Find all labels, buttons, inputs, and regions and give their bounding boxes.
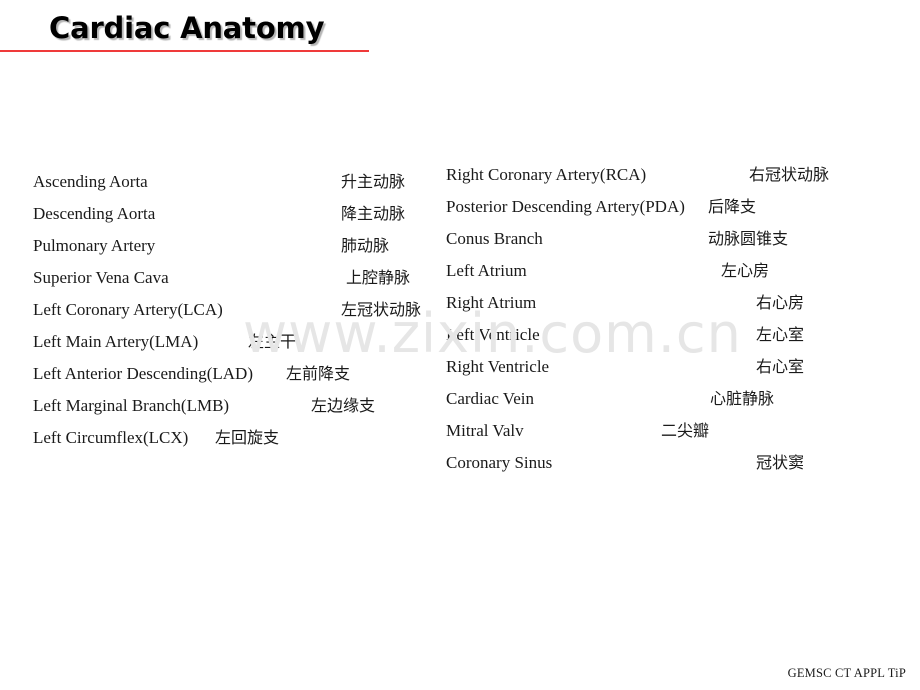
term-english: Descending Aorta	[33, 204, 156, 223]
term-row: Conus Branch 动脉圆锥支	[446, 223, 876, 255]
term-row: Left Marginal Branch(LMB) 左边缘支	[33, 390, 433, 422]
term-chinese: 右心房	[756, 293, 805, 312]
term-row: Left Anterior Descending(LAD) 左前降支	[33, 358, 433, 390]
term-chinese: 心脏静脉	[710, 389, 775, 408]
term-row: Right Ventricle 右心室	[446, 351, 876, 383]
term-chinese: 动脉圆锥支	[708, 229, 789, 248]
term-chinese: 升主动脉	[341, 172, 406, 191]
term-english: Left Marginal Branch(LMB)	[33, 396, 230, 415]
term-row: Cardiac Vein 心脏静脉	[446, 383, 876, 415]
term-english: Superior Vena Cava	[33, 268, 169, 287]
term-row: Right Atrium 右心房	[446, 287, 876, 319]
term-row: Mitral Valv 二尖瓣	[446, 415, 876, 447]
term-chinese: 上腔静脉	[346, 268, 411, 287]
terminology-column-right: Right Coronary Artery(RCA) 右冠状动脉 Posteri…	[446, 159, 876, 479]
term-english: Right Atrium	[446, 293, 537, 312]
term-chinese: 左边缘支	[311, 396, 376, 415]
slide-canvas: Cardiac Anatomy www.zixin.com.cn Ascendi…	[0, 0, 920, 690]
page-title: Cardiac Anatomy	[49, 11, 325, 45]
term-chinese: 左冠状动脉	[341, 300, 422, 319]
term-chinese: 后降支	[708, 197, 757, 216]
term-english: Cardiac Vein	[446, 389, 534, 408]
term-chinese: 降主动脉	[341, 204, 406, 223]
term-english: Pulmonary Artery	[33, 236, 156, 255]
term-chinese: 二尖瓣	[661, 421, 710, 440]
footer-label: GEMSC CT APPL TiP	[787, 666, 906, 680]
term-english: Left Atrium	[446, 261, 527, 280]
term-english: Ascending Aorta	[33, 172, 148, 191]
term-english: Left Coronary Artery(LCA)	[33, 300, 223, 319]
term-row: Posterior Descending Artery(PDA) 后降支	[446, 191, 876, 223]
term-row: Left Main Artery(LMA) 左主干	[33, 326, 433, 358]
term-english: Right Coronary Artery(RCA)	[446, 165, 647, 184]
term-row: Right Coronary Artery(RCA) 右冠状动脉	[446, 159, 876, 191]
term-chinese: 左前降支	[286, 364, 351, 383]
term-chinese: 右心室	[756, 357, 805, 376]
term-row: Descending Aorta 降主动脉	[33, 198, 433, 230]
term-row: Pulmonary Artery 肺动脉	[33, 230, 433, 262]
term-row: Superior Vena Cava 上腔静脉	[33, 262, 433, 294]
term-chinese: 右冠状动脉	[749, 165, 830, 184]
term-english: Left Circumflex(LCX)	[33, 428, 189, 447]
term-chinese: 左心室	[756, 325, 805, 344]
term-chinese: 冠状窦	[756, 453, 805, 472]
term-english: Right Ventricle	[446, 357, 550, 376]
term-row: Left Coronary Artery(LCA) 左冠状动脉	[33, 294, 433, 326]
term-english: Left Ventricle	[446, 325, 540, 344]
term-row: Ascending Aorta 升主动脉	[33, 166, 433, 198]
title-underline-rule	[0, 50, 369, 52]
terminology-column-left: Ascending Aorta 升主动脉 Descending Aorta 降主…	[33, 166, 433, 454]
term-row: Coronary Sinus 冠状窦	[446, 447, 876, 479]
term-english: Posterior Descending Artery(PDA)	[446, 197, 685, 216]
term-chinese: 左主干	[248, 332, 297, 351]
term-row: Left Circumflex(LCX) 左回旋支	[33, 422, 433, 454]
term-chinese: 肺动脉	[341, 236, 390, 255]
term-english: Left Main Artery(LMA)	[33, 332, 199, 351]
term-english: Mitral Valv	[446, 421, 524, 440]
term-english: Conus Branch	[446, 229, 543, 248]
term-row: Left Ventricle 左心室	[446, 319, 876, 351]
term-english: Left Anterior Descending(LAD)	[33, 364, 253, 383]
term-row: Left Atrium 左心房	[446, 255, 876, 287]
term-english: Coronary Sinus	[446, 453, 553, 472]
term-chinese: 左回旋支	[215, 428, 280, 447]
term-chinese: 左心房	[721, 261, 770, 280]
